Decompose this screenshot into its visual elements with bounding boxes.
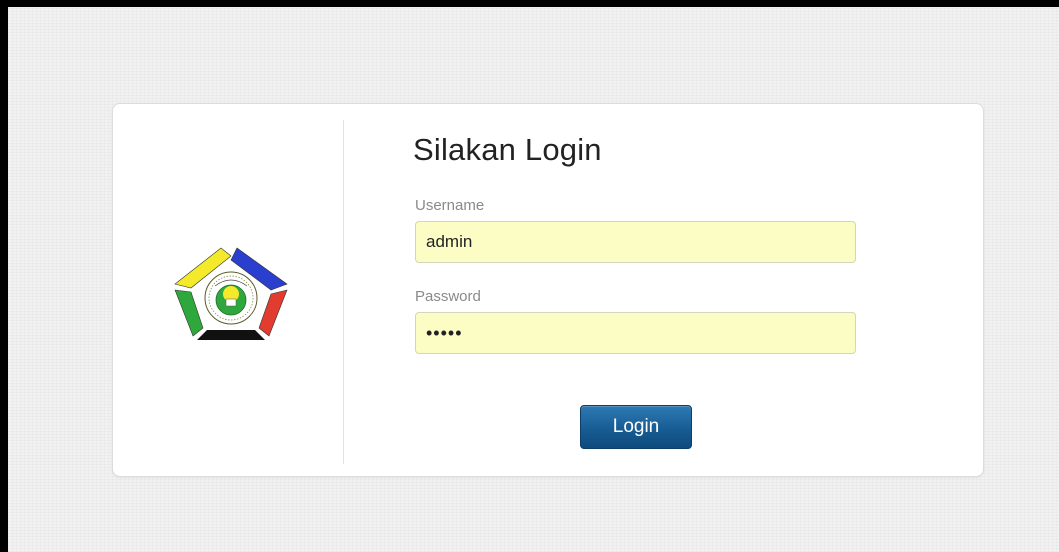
username-label: Username <box>415 197 485 214</box>
vertical-divider <box>343 120 344 464</box>
page-title: Silakan Login <box>413 132 602 167</box>
password-field[interactable] <box>415 312 856 354</box>
page-background: Silakan Login Username Password Login <box>0 0 1059 552</box>
password-label: Password <box>415 288 481 305</box>
username-field[interactable] <box>415 221 856 263</box>
login-card: Silakan Login Username Password Login <box>112 103 984 477</box>
logo-icon <box>171 244 291 344</box>
login-button[interactable]: Login <box>580 405 692 449</box>
